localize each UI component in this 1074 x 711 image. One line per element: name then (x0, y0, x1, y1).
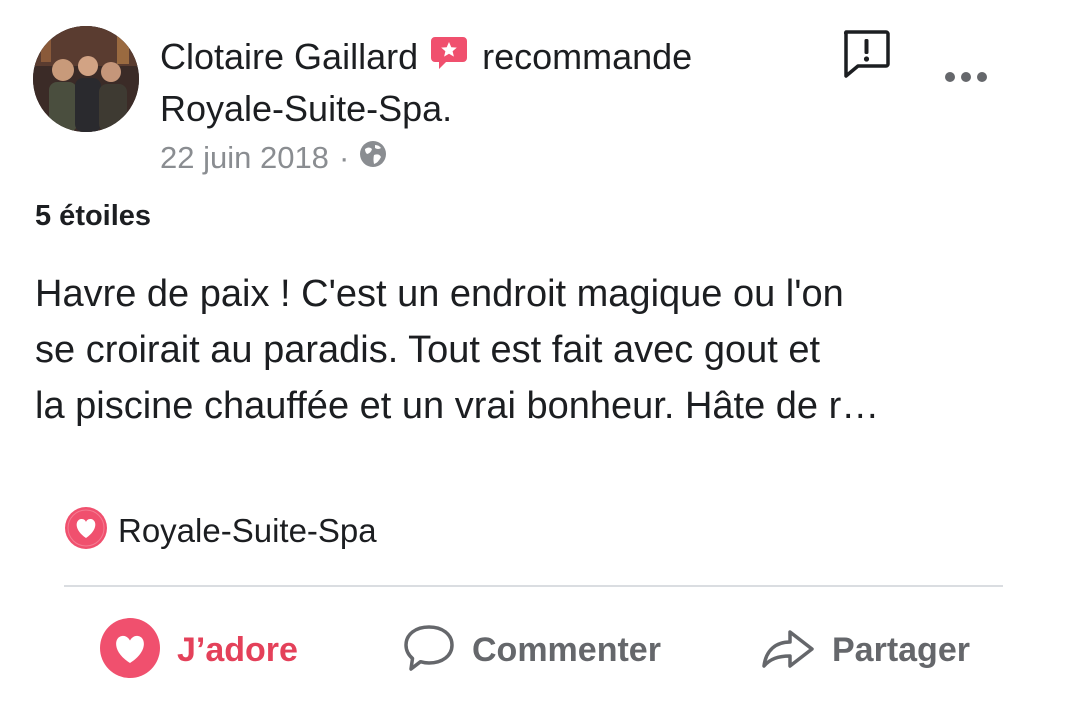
heart-icon (99, 617, 161, 684)
report-button[interactable] (840, 28, 892, 80)
rating-label: 5 étoiles (35, 200, 152, 232)
report-icon (843, 30, 890, 78)
meta-separator: · (338, 140, 350, 175)
comment-icon (402, 621, 456, 680)
love-button[interactable]: J’adore (99, 610, 298, 690)
page-link-label: Royale-Suite-Spa (118, 511, 377, 549)
recommended-page-name[interactable]: Royale-Suite-Spa. (160, 88, 452, 130)
comment-label: Commenter (472, 630, 661, 669)
review-text[interactable]: Havre de paix ! C'est un endroit magique… (35, 266, 1045, 434)
divider (64, 585, 1003, 587)
recommendation-icon (430, 34, 468, 81)
love-label: J’adore (177, 630, 298, 669)
globe-icon (359, 140, 387, 176)
author-name[interactable]: Clotaire Gaillard (160, 36, 418, 77)
heart-badge-icon (64, 506, 108, 555)
post-date[interactable]: 22 juin 2018 (160, 140, 329, 176)
more-icon (945, 72, 987, 82)
action-bar: J’adore Commenter Partager (0, 610, 1074, 690)
more-options-button[interactable] (942, 62, 990, 92)
recommend-verb: recommande (482, 36, 693, 78)
avatar[interactable] (33, 26, 139, 132)
post-meta: 22 juin 2018 · (160, 140, 387, 176)
post-header: Clotaire Gaillard recommande (160, 34, 692, 85)
share-label: Partager (832, 630, 970, 669)
share-button[interactable]: Partager (760, 610, 970, 690)
comment-button[interactable]: Commenter (402, 610, 661, 690)
page-link[interactable]: Royale-Suite-Spa (64, 506, 377, 555)
share-icon (760, 620, 816, 681)
